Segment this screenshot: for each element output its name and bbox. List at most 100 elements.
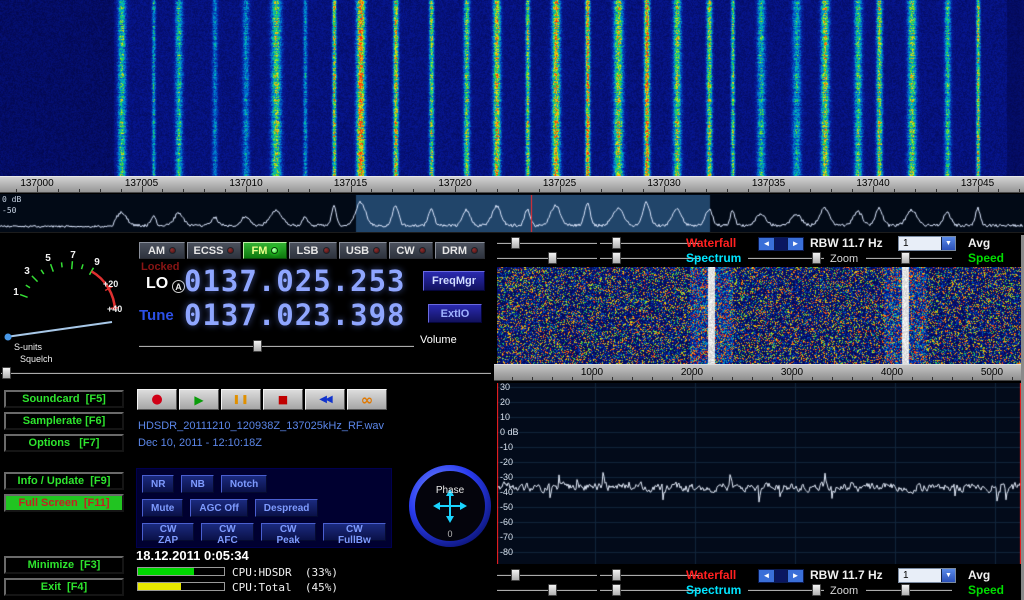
notch-button[interactable]: Notch: [221, 475, 267, 493]
dropdown-arrow-icon[interactable]: ▼: [941, 569, 955, 582]
cw-peak-button[interactable]: CW Peak: [261, 523, 316, 541]
spectrum-upper-slider[interactable]: [497, 583, 597, 597]
slider-thumb[interactable]: [901, 584, 910, 596]
cw-fullbw-button[interactable]: CW FullBw: [323, 523, 386, 541]
waterfall-lower-slider[interactable]: [600, 568, 700, 582]
options-button[interactable]: Options [F7]: [4, 434, 124, 452]
slider-thumb[interactable]: [548, 252, 557, 264]
zoom-position-slider[interactable]: [748, 251, 824, 265]
audio-frequency-scale[interactable]: 10002000300040005000: [494, 364, 1024, 381]
info-update-button[interactable]: Info / Update [F9]: [4, 472, 124, 490]
zoom-in-icon[interactable]: ►: [788, 238, 803, 250]
smeter-plus40-label: +40: [107, 304, 122, 314]
db-scale-label: -50: [500, 503, 513, 512]
zoom-buttons[interactable]: ◄►: [758, 237, 804, 251]
freq-scale-minor-tick: [371, 189, 372, 192]
freq-scale-minor-tick: [476, 189, 477, 192]
samplerate-button[interactable]: Samplerate [F6]: [4, 412, 124, 430]
main-spectrum-canvas[interactable]: [0, 195, 1024, 232]
slider-thumb[interactable]: [612, 569, 621, 581]
rewind-button[interactable]: ◀◀: [305, 389, 345, 410]
mode-button-ecss[interactable]: ECSS: [187, 242, 241, 259]
waterfall-tab[interactable]: Waterfall: [686, 568, 736, 582]
freq-scale-label: 137010: [229, 178, 262, 189]
hz-scale-label: 1000: [581, 367, 603, 378]
record-button[interactable]: ●: [137, 389, 177, 410]
slider-thumb[interactable]: [812, 252, 821, 264]
fullscreen-button[interactable]: Full Screen [F11]: [4, 494, 124, 512]
waterfall-lower-slider[interactable]: [600, 236, 700, 250]
slider-thumb[interactable]: [612, 237, 621, 249]
db-scale-label: -80: [500, 548, 513, 557]
minimize-button[interactable]: Minimize [F3]: [4, 556, 124, 574]
squelch-slider[interactable]: [1, 366, 491, 380]
zoom-divider: [774, 570, 788, 582]
slider-thumb[interactable]: [612, 584, 621, 596]
slider-thumb[interactable]: [612, 252, 621, 264]
mode-button-usb[interactable]: USB: [339, 242, 387, 259]
lo-frequency-display[interactable]: 0137.025.253: [184, 264, 406, 298]
db-scale-label: 20: [500, 398, 510, 407]
slider-groove: [1, 372, 491, 374]
stop-button[interactable]: ■: [263, 389, 303, 410]
waterfall-upper-slider[interactable]: [497, 236, 597, 250]
speed-label: Speed: [968, 583, 1004, 597]
slider-thumb[interactable]: [548, 584, 557, 596]
frequency-scale[interactable]: 1370001370051370101370151370201370251370…: [0, 176, 1024, 193]
spectrum-lower-slider[interactable]: [600, 251, 700, 265]
zoom-out-icon[interactable]: ◄: [759, 570, 774, 582]
zoom-out-icon[interactable]: ◄: [759, 238, 774, 250]
volume-slider[interactable]: [139, 339, 414, 353]
spectrum-upper-slider[interactable]: [497, 251, 597, 265]
slider-groove: [139, 345, 414, 347]
spectrum-tab[interactable]: Spectrum: [686, 251, 741, 265]
waterfall-upper-slider[interactable]: [497, 568, 597, 582]
zoom-buttons[interactable]: ◄►: [758, 569, 804, 583]
db-scale-label: 30: [500, 383, 510, 392]
soundcard-button[interactable]: Soundcard [F5]: [4, 390, 124, 408]
avg-dropdown[interactable]: 1▼: [898, 568, 956, 583]
nr-button[interactable]: NR: [142, 475, 174, 493]
mode-button-lsb[interactable]: LSB: [289, 242, 337, 259]
exit-button[interactable]: Exit [F4]: [4, 578, 124, 596]
slider-thumb[interactable]: [812, 584, 821, 596]
slider-thumb[interactable]: [901, 252, 910, 264]
nb-button[interactable]: NB: [181, 475, 213, 493]
mute-button[interactable]: Mute: [142, 499, 183, 517]
extio-button[interactable]: ExtIO: [428, 304, 482, 323]
zoom-position-slider[interactable]: [748, 583, 824, 597]
db-scale-label: -20: [500, 458, 513, 467]
slider-thumb[interactable]: [2, 367, 11, 379]
slider-thumb[interactable]: [511, 237, 520, 249]
main-spectrum-display[interactable]: 0 dB -50: [0, 194, 1024, 233]
slider-thumb[interactable]: [511, 569, 520, 581]
mode-button-fm[interactable]: FM: [243, 242, 287, 259]
loop-button[interactable]: ∞: [347, 389, 387, 410]
freqmgr-button[interactable]: FreqMgr: [423, 271, 485, 291]
tune-frequency-display[interactable]: 0137.023.398: [184, 298, 406, 332]
agc-off-button[interactable]: AGC Off: [190, 499, 247, 517]
rx-spectrum-display[interactable]: [497, 383, 1021, 564]
cpu-hdsdr-bar-fill: [138, 568, 194, 575]
play-button[interactable]: ▶: [179, 389, 219, 410]
cw-afc-button[interactable]: CW AFC: [201, 523, 253, 541]
avg-dropdown[interactable]: 1▼: [898, 236, 956, 251]
despread-button[interactable]: Despread: [255, 499, 319, 517]
slider-thumb[interactable]: [253, 340, 262, 352]
mode-button-am[interactable]: AM: [139, 242, 185, 259]
zoom-in-icon[interactable]: ►: [788, 570, 803, 582]
mode-button-drm[interactable]: DRM: [435, 242, 485, 259]
locked-label: Locked: [141, 261, 180, 273]
rx-waterfall-display[interactable]: [497, 267, 1021, 364]
waterfall-tab[interactable]: Waterfall: [686, 236, 736, 250]
main-waterfall-display[interactable]: [0, 0, 1024, 176]
cw-zap-button[interactable]: CW ZAP: [142, 523, 194, 541]
zoom-slider[interactable]: [866, 251, 952, 265]
spectrum-lower-slider[interactable]: [600, 583, 700, 597]
stop-icon: ■: [278, 393, 288, 406]
pause-button[interactable]: ❚❚: [221, 389, 261, 410]
dropdown-arrow-icon[interactable]: ▼: [941, 237, 955, 250]
zoom-slider[interactable]: [866, 583, 952, 597]
mode-button-cw[interactable]: CW: [389, 242, 433, 259]
spectrum-tab[interactable]: Spectrum: [686, 583, 741, 597]
